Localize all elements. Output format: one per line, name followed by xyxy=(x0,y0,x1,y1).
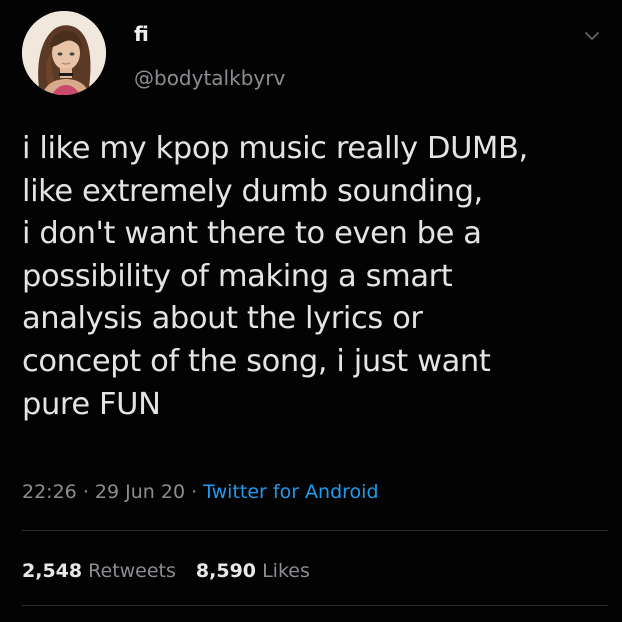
retweets-label: Retweets xyxy=(88,560,176,582)
divider xyxy=(22,605,608,606)
tweet-date[interactable]: 29 Jun 20 xyxy=(95,481,185,503)
divider xyxy=(22,530,608,531)
tweet-text-line: pure FUN xyxy=(22,386,161,422)
chevron-down-icon[interactable] xyxy=(582,26,602,46)
tweet-text: i like my kpop music really DUMB, like e… xyxy=(22,128,612,426)
tweet-stats: 2,548 Retweets 8,590 Likes xyxy=(22,558,310,584)
display-name[interactable]: fi xyxy=(134,22,149,46)
profile-avatar[interactable] xyxy=(22,11,106,95)
meta-separator: · xyxy=(82,481,89,503)
tweet-text-line: possibility of making a smart xyxy=(22,258,453,294)
tweet-text-line: analysis about the lyrics or xyxy=(22,301,423,337)
tweet-text-line: concept of the song, i just want xyxy=(22,343,491,379)
likes-stat[interactable]: 8,590 Likes xyxy=(196,560,310,582)
retweets-count: 2,548 xyxy=(22,560,83,582)
tweet-time[interactable]: 22:26 xyxy=(22,481,77,503)
tweet-text-line: i like my kpop music really DUMB, xyxy=(22,131,528,166)
tweet-source-link[interactable]: Twitter for Android xyxy=(203,481,378,503)
retweets-stat[interactable]: 2,548 Retweets xyxy=(22,560,176,582)
avatar-image xyxy=(22,11,106,95)
user-handle[interactable]: @bodytalkbyrv xyxy=(134,66,285,90)
likes-count: 8,590 xyxy=(195,560,257,582)
tweet-card: fi @bodytalkbyrv i like my kpop music re… xyxy=(0,0,622,622)
tweet-metadata: 22:26 · 29 Jun 20 · Twitter for Android xyxy=(22,479,379,505)
tweet-text-line: i don't want there to even be a xyxy=(22,216,482,252)
likes-label: Likes xyxy=(262,560,310,582)
tweet-text-line: like extremely dumb sounding, xyxy=(22,173,483,209)
meta-separator: · xyxy=(191,481,198,503)
